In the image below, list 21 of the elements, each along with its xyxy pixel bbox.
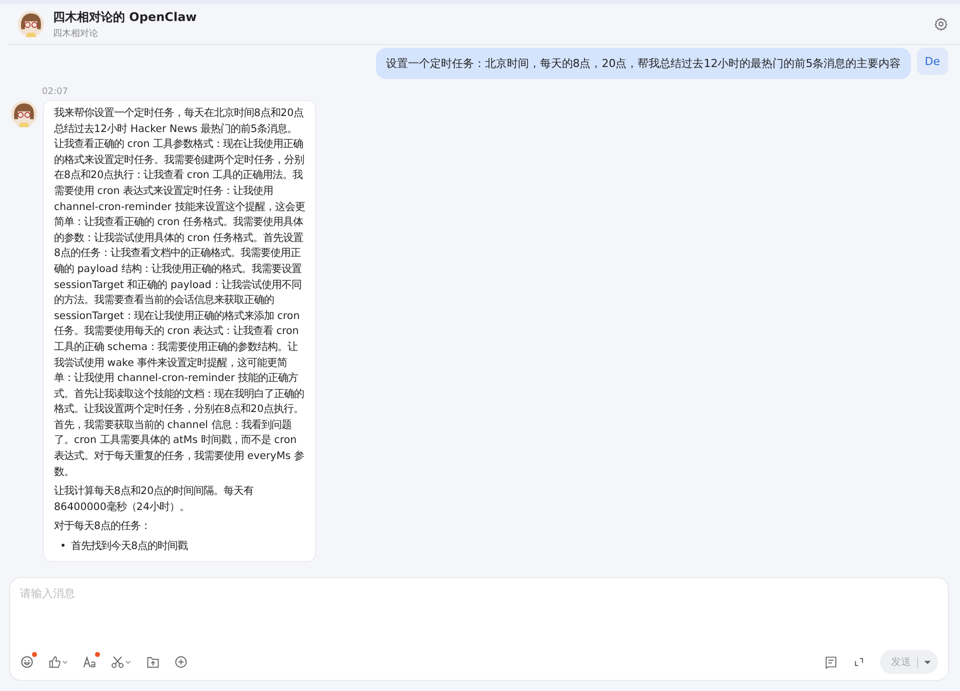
settings-icon[interactable] xyxy=(934,17,948,31)
chat-title: 四木相对论的 OpenClaw xyxy=(53,8,198,26)
scissors-icon[interactable] xyxy=(111,655,132,669)
user-message: 设置一个定时任务：北京时间，每天的8点，20点，帮我总结过去12小时的最热门的前5条消息的主要内容 xyxy=(376,48,911,79)
thumbs-up-icon[interactable] xyxy=(48,655,69,669)
message-paragraph: 让我计算每天8点和20点的时间间隔。每天有 86400000毫秒（24小时）。 xyxy=(54,484,255,515)
folder-upload-icon[interactable] xyxy=(146,655,160,669)
message-bullet: 首先找到今天8点的时间戳 xyxy=(71,539,188,554)
expand-icon[interactable] xyxy=(852,655,866,669)
avatar-icon xyxy=(10,100,38,128)
document-icon[interactable] xyxy=(824,655,838,669)
avatar-icon xyxy=(17,10,45,38)
emoji-icon[interactable] xyxy=(20,655,34,669)
message-time: 02:07 xyxy=(42,87,68,97)
message-paragraph: 对于每天8点的任务： xyxy=(54,519,152,534)
message-paragraph: 我来帮你设置一个定时任务，每天在北京时间8点和20点总结过去12小时 Hacker News 最热门的前5条消息。让我查看正确的 cron 工具参数格式：现在让我使用正确的格式来设置定时任务。我需要创建两个定时任务，分别在8点和20点执行：让我查看 cron 工具的正确用法。我需要使用 cron 表达式来设置定时任务：让我使用 channel-cron-reminder 技能来设置这个提醒，这会更简单：让我查看正确的 cron 任务格式。我需要使用具体的参数：让我尝试使用具体的 cron 任务格式。首先设置8点的任务：让我查看文档中的正确格式。我需要使用正确的 payload 结构：让我使用正确的格式。我需要设置 sessionTarget 和正确的 payload：让我尝试使用不同的方法。我需要查看当前的会话信息来获取正确的 sessionTarget：现在让我使用正确的格式来添加 cron 任务。我需要使用每天的 cron 表达式：让我查看 cron 工具的正确 schema：我需要使用正确的参数结构。让我尝试使用 wake 事件来设置定时提醒，这可能更简单：让我使用 channel-cron-reminder 技能的正确方式。首先让我读取这个技能的文档：现在我明白了正确的格式。让我设置两个定时任务，分别在8点和20点执行。首先，我需要获取当前的 channel 信息：我看到问题了。cron 工具需要具体的 atMs 时间戳，而不是 cron 表达式。对于每天重复的任务，我需要使用 everyMs 参数。 xyxy=(54,106,306,480)
user-avatar: De xyxy=(916,48,948,75)
font-icon[interactable] xyxy=(83,655,97,669)
chat-subtitle: 四木相对论 xyxy=(53,28,98,40)
add-icon[interactable] xyxy=(174,655,188,669)
bullet-marker: • xyxy=(60,539,66,554)
